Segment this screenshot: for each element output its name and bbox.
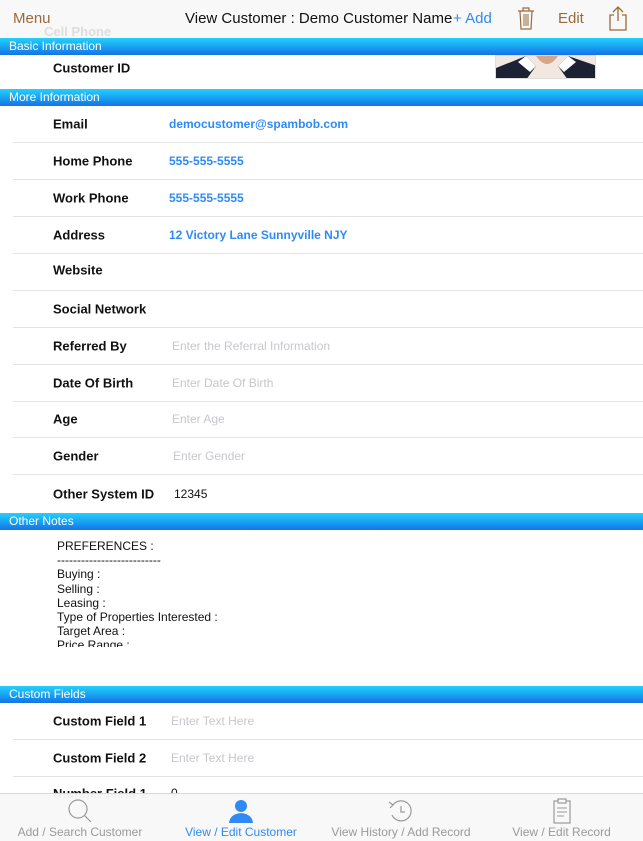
gender-input[interactable] — [173, 449, 473, 463]
date-of-birth-label: Date Of Birth — [53, 375, 134, 391]
gender-label: Gender — [53, 448, 99, 464]
custom-field-2-row: Custom Field 2 — [13, 740, 643, 777]
section-header-more-information: More Information — [0, 89, 643, 106]
age-input[interactable] — [172, 412, 472, 426]
address-label: Address — [53, 227, 106, 243]
menu-button[interactable]: Menu — [13, 10, 51, 27]
website-label: Website — [53, 262, 103, 278]
section-header-custom-fields: Custom Fields — [0, 686, 643, 703]
tab-label: Add / Search Customer — [17, 825, 143, 839]
trash-icon[interactable] — [515, 6, 537, 30]
date-of-birth-row: Date Of Birth — [13, 365, 643, 402]
address-link[interactable]: 12 Victory Lane Sunnyville NJY — [169, 228, 348, 242]
work-phone-label: Work Phone — [53, 190, 129, 206]
home-phone-label: Home Phone — [53, 153, 133, 169]
tab-bar: Add / Search Customer View / Edit Custom… — [0, 793, 643, 841]
referred-by-row: Referred By — [13, 328, 643, 365]
home-phone-row: Home Phone 555-555-5555 — [13, 143, 643, 180]
custom-field-1-row: Custom Field 1 — [13, 703, 643, 740]
edit-button[interactable]: Edit — [558, 10, 584, 27]
referred-by-label: Referred By — [53, 338, 127, 354]
tab-view-edit-customer[interactable]: View / Edit Customer — [160, 794, 322, 841]
date-of-birth-input[interactable] — [172, 376, 472, 390]
referred-by-input[interactable] — [172, 339, 472, 353]
history-icon — [388, 800, 412, 822]
section-header-other-notes: Other Notes — [0, 513, 643, 530]
tab-view-edit-record[interactable]: View / Edit Record — [480, 794, 643, 841]
tab-label: View / Edit Record — [512, 825, 611, 839]
social-network-row: Social Network — [13, 291, 643, 328]
address-row: Address 12 Victory Lane Sunnyville NJY — [13, 217, 643, 254]
custom-field-1-input[interactable] — [171, 714, 471, 728]
gender-row: Gender — [13, 438, 643, 475]
tab-label: View History / Add Record — [331, 825, 471, 839]
other-system-id-value[interactable]: 12345 — [174, 487, 207, 501]
tab-label: View / Edit Customer — [185, 825, 297, 839]
clipboard-icon — [552, 798, 571, 824]
age-row: Age — [13, 401, 643, 438]
email-row: Email democustomer@spambob.com — [13, 106, 643, 143]
page-title: View Customer : Demo Customer Name — [185, 10, 453, 27]
add-button[interactable]: + Add — [453, 10, 492, 27]
work-phone-link[interactable]: 555-555-5555 — [169, 191, 244, 205]
custom-field-1-label: Custom Field 1 — [53, 713, 147, 729]
email-label: Email — [53, 116, 88, 132]
other-notes-textarea[interactable]: PREFERENCES : --------------------------… — [57, 539, 617, 647]
custom-field-2-input[interactable] — [171, 751, 471, 765]
age-label: Age — [53, 411, 78, 427]
website-row: Website — [13, 254, 643, 291]
home-phone-link[interactable]: 555-555-5555 — [169, 154, 244, 168]
tab-view-history-add-record[interactable]: View History / Add Record — [322, 794, 480, 841]
tab-add-search-customer[interactable]: Add / Search Customer — [0, 794, 160, 841]
customer-id-label: Customer ID — [53, 60, 131, 76]
other-system-id-label: Other System ID — [53, 486, 155, 501]
customer-id-row: Customer ID — [13, 50, 643, 86]
custom-field-2-label: Custom Field 2 — [53, 750, 147, 766]
search-icon — [68, 799, 92, 823]
social-network-label: Social Network — [53, 301, 147, 317]
scrolled-cell-phone-label: Cell Phone — [44, 24, 112, 39]
person-icon — [229, 800, 253, 823]
work-phone-row: Work Phone 555-555-5555 — [13, 180, 643, 217]
other-system-id-row: Other System ID 12345 — [13, 475, 643, 512]
navigation-bar: Cell Phone Menu View Customer : Demo Cus… — [0, 0, 643, 39]
email-link[interactable]: democustomer@spambob.com — [169, 117, 348, 131]
share-icon[interactable] — [607, 5, 629, 31]
